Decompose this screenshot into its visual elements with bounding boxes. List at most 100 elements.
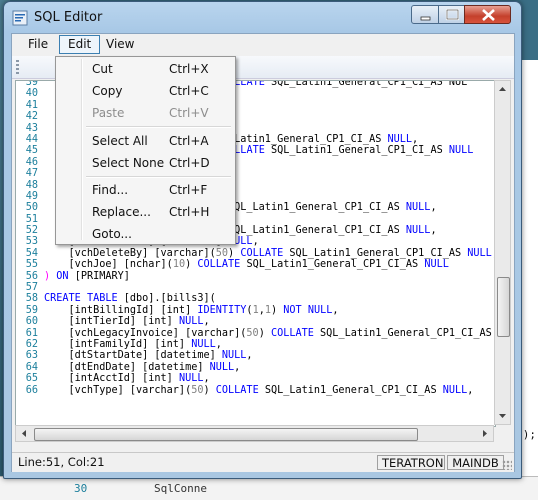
line-number: 47	[25, 168, 38, 180]
vertical-scrollbar[interactable]	[494, 80, 511, 425]
line-number: 61	[25, 327, 38, 339]
maximize-icon	[445, 8, 460, 21]
title-bar[interactable]: SQL Editor	[4, 2, 521, 32]
code-line[interactable]: 58 CREATE TABLE [dbo].[bills3](	[16, 293, 495, 305]
code-line[interactable]: 59 [intBillingId] [int] IDENTITY(1,1) NO…	[16, 304, 495, 316]
minimize-icon	[420, 16, 431, 21]
line-number: 51	[25, 213, 38, 225]
code-text: [dtEndDate] [datetime] NULL,	[44, 361, 241, 373]
line-number: 44	[25, 133, 38, 145]
line-number: 64	[25, 361, 38, 373]
vertical-scroll-thumb[interactable]	[497, 277, 510, 337]
line-number: 66	[25, 384, 38, 396]
code-text: [dtStartDate] [datetime] NULL,	[44, 350, 253, 362]
menu-item-cut[interactable]: Cut Ctrl+X	[58, 59, 233, 79]
close-icon	[482, 9, 495, 21]
window-title: SQL Editor	[34, 10, 103, 25]
line-number: 40	[25, 88, 38, 100]
menu-item-label: Cut	[92, 62, 113, 76]
horizontal-scrollbar[interactable]	[15, 425, 494, 442]
line-number: 45	[25, 145, 38, 157]
menu-separator	[86, 176, 231, 178]
menu-item-shortcut: Ctrl+V	[169, 106, 209, 120]
background-code-snippet: SqlConne	[154, 482, 207, 495]
line-number: 52	[25, 225, 38, 237]
menu-item-label: Paste	[92, 106, 125, 120]
menu-item-copy[interactable]: Copy Ctrl+C	[58, 81, 233, 101]
menu-edit[interactable]: Edit	[59, 35, 101, 54]
code-text: CREATE TABLE [dbo].[bills3](	[44, 293, 216, 305]
database-name: MAINDB	[447, 455, 504, 470]
code-line[interactable]: 64 [dtEndDate] [datetime] NULL,	[16, 361, 495, 373]
line-number: 46	[25, 156, 38, 168]
menu-item-label: Select All	[92, 134, 148, 148]
line-number: 42	[25, 111, 38, 123]
code-line[interactable]: 65 [intAcctId] [int] NULL,	[16, 373, 495, 385]
code-line[interactable]: 61 [vchLegacyInvoice] [varchar](50) COLL…	[16, 327, 495, 339]
code-line[interactable]: 63 [dtStartDate] [datetime] NULL,	[16, 350, 495, 362]
toolbar-grip[interactable]	[16, 60, 19, 74]
line-number: 59	[25, 304, 38, 316]
horizontal-scroll-thumb[interactable]	[34, 428, 418, 441]
code-line[interactable]: 56) ON [PRIMARY]	[16, 270, 495, 282]
code-line[interactable]: 54 [vchDeleteBy] [varchar](50) COLLATE S…	[16, 247, 495, 259]
line-number: 43	[25, 122, 38, 134]
close-button[interactable]	[464, 5, 511, 24]
scroll-down-icon[interactable]	[495, 409, 510, 423]
code-line[interactable]: 55 [vchJoe] [nchar](10) COLLATE SQL_Lati…	[16, 259, 495, 271]
code-text: [intAcctId] [int] NULL,	[44, 373, 210, 385]
scroll-left-icon[interactable]	[17, 426, 31, 441]
line-number: 62	[25, 338, 38, 350]
menu-item-shortcut: Ctrl+F	[169, 183, 208, 197]
menu-item-replace[interactable]: Replace... Ctrl+H	[58, 202, 233, 222]
menu-item-paste[interactable]: Paste Ctrl+V	[58, 103, 233, 123]
menu-item-shortcut: Ctrl+A	[169, 134, 209, 148]
menu-item-shortcut: Ctrl+X	[169, 62, 209, 76]
line-number: 57	[25, 282, 38, 294]
menu-item-shortcut: Ctrl+H	[169, 205, 210, 219]
code-text: [vchType] [varchar](50) COLLATE SQL_Lati…	[44, 384, 474, 396]
menu-item-label: Replace...	[92, 205, 151, 219]
minimize-button[interactable]	[411, 5, 439, 24]
line-number: 54	[25, 247, 38, 259]
server-name: TERATRON	[377, 455, 445, 470]
menu-item-label: Select None	[92, 156, 165, 170]
code-text: [intTierId] [int] NULL,	[44, 316, 210, 328]
code-text: [vchLegacyInvoice] [varchar](50) COLLATE…	[44, 327, 492, 339]
edit-menu-dropdown: Cut Ctrl+X Copy Ctrl+C Paste Ctrl+V Sele…	[55, 56, 236, 245]
cursor-position: Line:51, Col:21	[18, 455, 105, 469]
code-text: [vchJoe] [nchar](10) COLLATE SQL_Latin1_…	[44, 259, 449, 271]
menu-item-goto[interactable]: Goto...	[58, 224, 233, 244]
scroll-right-icon[interactable]	[478, 426, 492, 441]
menu-bar: File Edit View	[12, 34, 514, 56]
menu-file[interactable]: File	[21, 35, 55, 54]
app-icon	[12, 10, 28, 26]
line-number: 65	[25, 373, 38, 385]
code-line[interactable]: 57	[16, 282, 495, 294]
menu-item-shortcut: Ctrl+D	[169, 156, 210, 170]
code-text: [intFamilyId] [int] NULL,	[44, 338, 222, 350]
status-bar: Line:51, Col:21 TERATRON MAINDB	[12, 452, 514, 472]
line-number: 60	[25, 316, 38, 328]
menu-item-select-all[interactable]: Select All Ctrl+A	[58, 131, 233, 151]
line-number: 41	[25, 99, 38, 111]
line-number: 53	[25, 236, 38, 248]
menu-item-find[interactable]: Find... Ctrl+F	[58, 180, 233, 200]
code-line[interactable]: 60 [intTierId] [int] NULL,	[16, 316, 495, 328]
line-number: 58	[25, 293, 38, 305]
code-text: ) ON [PRIMARY]	[44, 270, 130, 282]
line-number: 39	[25, 80, 38, 88]
background-line-number: 30	[74, 482, 88, 495]
maximize-button[interactable]	[438, 5, 465, 24]
code-line[interactable]: 66 [vchType] [varchar](50) COLLATE SQL_L…	[16, 384, 495, 396]
line-number: 50	[25, 202, 38, 214]
scroll-up-icon[interactable]	[495, 82, 510, 96]
code-line[interactable]: 62 [intFamilyId] [int] NULL,	[16, 338, 495, 350]
code-text: [vchDeleteBy] [varchar](50) COLLATE SQL_…	[44, 247, 495, 259]
resize-grip-icon[interactable]	[502, 460, 512, 470]
line-number: 55	[25, 259, 38, 271]
menu-separator	[86, 126, 231, 128]
menu-view[interactable]: View	[99, 35, 141, 54]
line-number: 48	[25, 179, 38, 191]
menu-item-select-none[interactable]: Select None Ctrl+D	[58, 153, 233, 173]
